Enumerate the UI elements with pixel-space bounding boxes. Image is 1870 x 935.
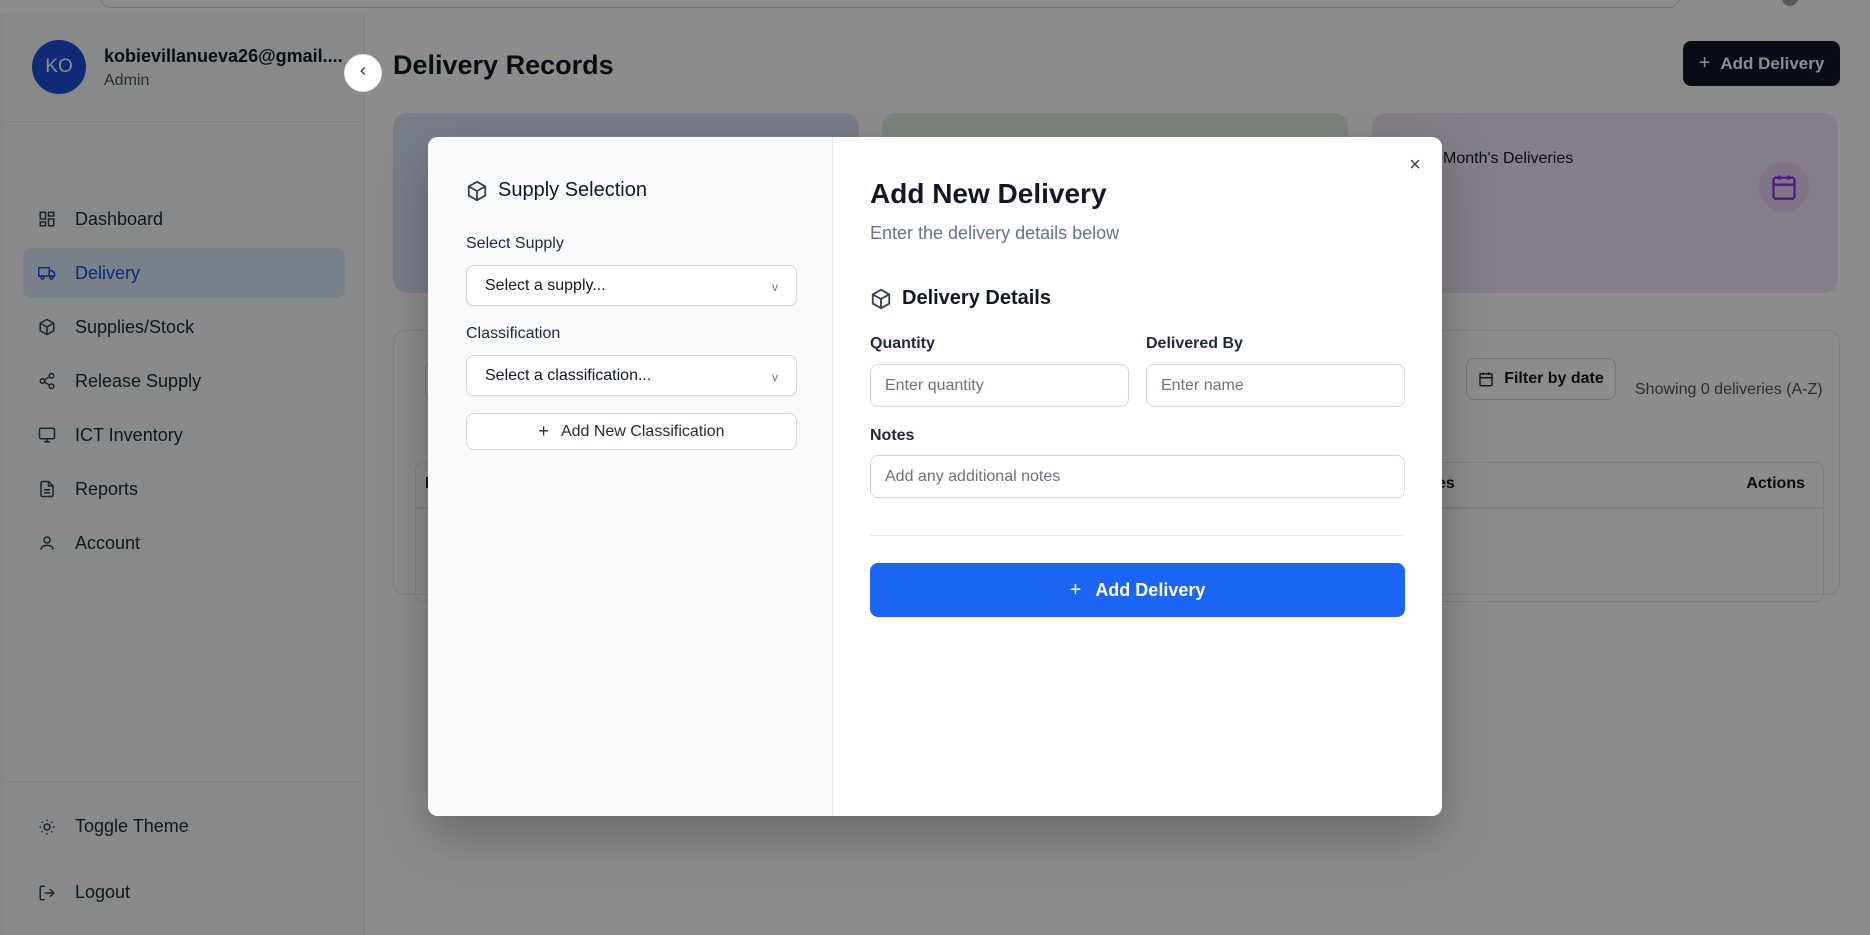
supply-selection-title: Supply Selection — [498, 179, 647, 201]
modal-title: Add New Delivery — [870, 178, 1107, 209]
notes-placeholder: Add any additional notes — [885, 468, 1061, 485]
modal-subtitle: Enter the delivery details below — [870, 223, 1120, 243]
submit-add-delivery-button[interactable]: + Add Delivery — [870, 563, 1405, 617]
notes-label: Notes — [870, 427, 915, 444]
add-new-classification-button[interactable]: + Add New Classification — [466, 413, 797, 450]
package-icon — [466, 180, 488, 202]
quantity-placeholder: Enter quantity — [885, 377, 984, 394]
chevron-down-icon: v — [772, 280, 778, 294]
submit-label: Add Delivery — [1095, 579, 1206, 600]
package-icon — [870, 288, 892, 310]
classification-select[interactable]: Select a classification... v — [466, 355, 797, 396]
delivered-by-label: Delivered By — [1146, 335, 1243, 352]
close-icon[interactable]: × — [1405, 154, 1425, 176]
classification-select-value: Select a classification... — [485, 367, 652, 384]
plus-icon: + — [538, 421, 549, 441]
classification-label: Classification — [466, 325, 561, 342]
quantity-label: Quantity — [870, 335, 935, 352]
select-supply-label: Select Supply — [466, 235, 564, 252]
divider — [870, 535, 1405, 536]
supply-selection-heading: Supply Selection — [466, 179, 647, 202]
supply-selection-panel: Supply Selection Select Supply Select a … — [428, 137, 833, 816]
plus-icon: + — [1069, 578, 1082, 601]
quantity-field[interactable]: Enter quantity — [870, 364, 1129, 407]
delivery-details-title: Delivery Details — [902, 287, 1051, 309]
supply-select[interactable]: Select a supply... v — [466, 265, 797, 306]
delivered-by-placeholder: Enter name — [1161, 377, 1244, 394]
chevron-down-icon: v — [772, 370, 778, 384]
supply-select-value: Select a supply... — [485, 277, 606, 294]
add-delivery-modal: Supply Selection Select Supply Select a … — [428, 137, 1442, 816]
chevron-left-icon — [356, 64, 370, 83]
delivered-by-field[interactable]: Enter name — [1146, 364, 1405, 407]
notes-field[interactable]: Add any additional notes — [870, 455, 1405, 498]
delivery-details-heading: Delivery Details — [870, 287, 1051, 310]
add-new-classification-label: Add New Classification — [560, 422, 725, 440]
collapse-sidebar-button[interactable] — [344, 54, 382, 92]
